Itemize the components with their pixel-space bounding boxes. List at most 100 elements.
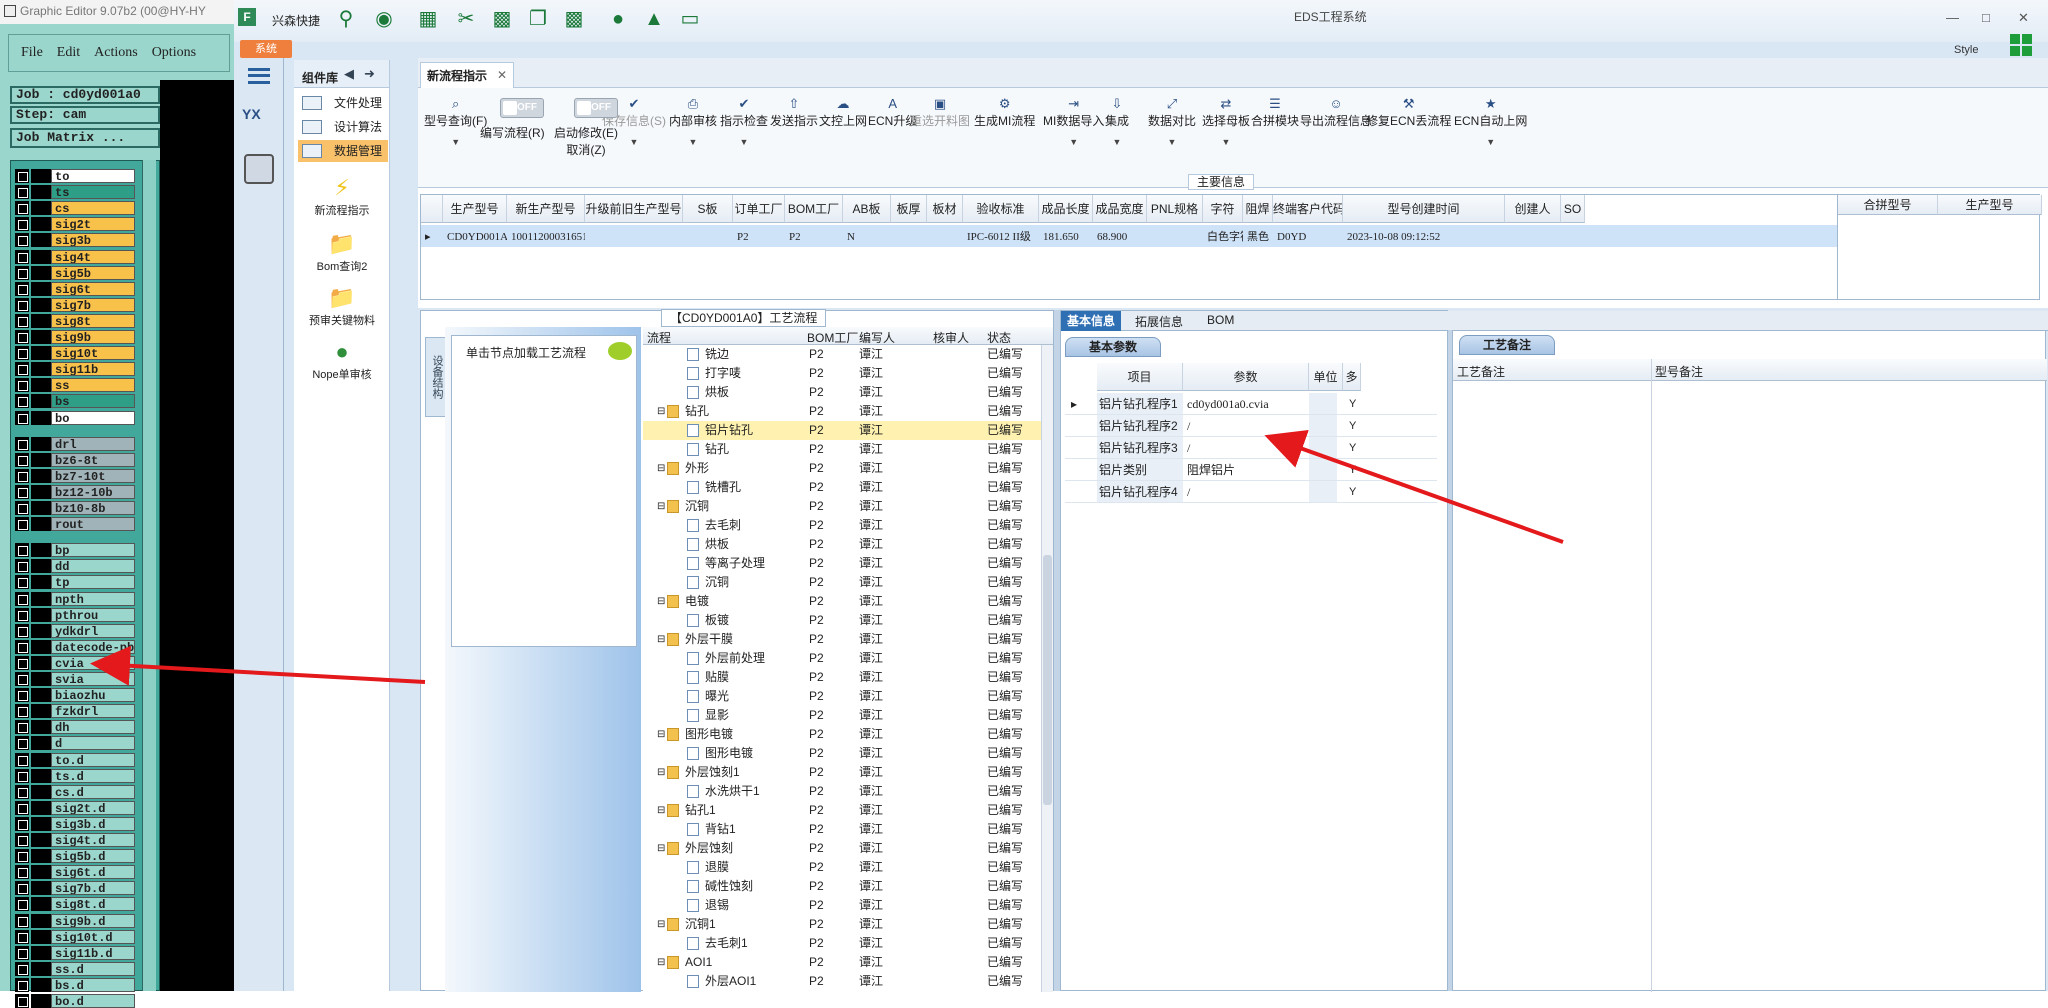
ribbon-cloud-upload-button[interactable]: ☁ 文控上网 [819, 96, 867, 129]
tree-node[interactable]: 水洗烘干1 P2 谭江 已编写 [643, 782, 1041, 801]
grid-col-header[interactable]: S板 [683, 195, 733, 223]
chevron-down-icon[interactable]: ▼ [1202, 137, 1250, 147]
grid-cell[interactable]: 2023-10-08 09:12:52 [1343, 227, 1505, 247]
layer-row[interactable]: bo [15, 410, 141, 425]
grid-cell[interactable] [891, 227, 927, 247]
layer-checkbox[interactable] [15, 468, 29, 483]
expand-toggle-icon[interactable]: ⊟ [657, 459, 665, 478]
toggle-switch[interactable]: OFF [574, 98, 618, 118]
layer-checkbox[interactable] [15, 378, 29, 393]
grid-cell[interactable]: 68.900 [1093, 227, 1147, 247]
basic-row[interactable]: 铝片类别 阻焊铝片 Y [1065, 459, 1437, 481]
layer-checkbox[interactable] [15, 816, 29, 831]
layer-row[interactable]: sig2t [15, 217, 141, 232]
layer-checkbox[interactable] [15, 977, 29, 992]
layer-row[interactable]: drl [15, 436, 141, 451]
layer-checkbox[interactable] [15, 961, 29, 976]
layer-row[interactable]: sig10t [15, 346, 141, 361]
layer-row[interactable]: sig9b.d [15, 913, 141, 928]
grid-col-header[interactable]: 型号创建时间 [1343, 195, 1505, 223]
layer-row[interactable]: sig4t [15, 249, 141, 264]
tree-node[interactable]: 铝片钻孔 P2 谭江 已编写 [643, 421, 1041, 440]
param-unit[interactable] [1309, 415, 1337, 436]
grid-icon[interactable]: ▩ [562, 8, 586, 30]
layer-row[interactable]: datecode-pbc [15, 639, 141, 654]
layer-checkbox[interactable] [15, 607, 29, 622]
tab-new-flow[interactable]: 新流程指示 ✕ [420, 62, 515, 88]
layer-row[interactable]: sig5b.d [15, 849, 141, 864]
layer-checkbox[interactable] [15, 265, 29, 280]
grid-col-header[interactable]: 成品长度 [1039, 195, 1093, 223]
tree-node[interactable]: 烘板 P2 谭江 已编写 [643, 383, 1041, 402]
grid-col-header[interactable]: 阻焊 [1243, 195, 1273, 223]
param-value[interactable]: 阻焊铝片 [1187, 459, 1235, 481]
layer-checkbox[interactable] [15, 800, 29, 815]
tree-node[interactable]: 钻孔 P2 谭江 已编写 [643, 440, 1041, 459]
grid-col-header[interactable]: 生产型号 [443, 195, 507, 223]
layer-checkbox[interactable] [15, 591, 29, 606]
layer-row[interactable]: cs [15, 201, 141, 216]
grid-col-header[interactable]: 创建人 [1505, 195, 1561, 223]
layer-checkbox[interactable] [15, 752, 29, 767]
layer-row[interactable]: dh [15, 720, 141, 735]
component-algo[interactable]: 设计算法 [298, 116, 388, 138]
tree-node[interactable]: 烘板 P2 谭江 已编写 [643, 535, 1041, 554]
tree-node[interactable]: 图形电镀 P2 谭江 已编写 [643, 744, 1041, 763]
layer-checkbox[interactable] [15, 169, 29, 183]
layer-row[interactable]: tp [15, 575, 141, 590]
scissors-icon[interactable]: ✂ [454, 8, 478, 30]
grid-cell[interactable] [683, 227, 733, 247]
component-file[interactable]: 文件处理 [298, 92, 388, 114]
menu-options[interactable]: Options [152, 45, 196, 61]
grid-col-header[interactable]: 验收标准 [963, 195, 1039, 223]
layer-checkbox[interactable] [15, 233, 29, 248]
layer-checkbox[interactable] [15, 452, 29, 467]
layer-row[interactable]: ss [15, 378, 141, 393]
layer-checkbox[interactable] [15, 672, 29, 686]
job-matrix-button[interactable]: Job Matrix ... [10, 128, 160, 148]
chevron-down-icon[interactable]: ▼ [1043, 137, 1104, 147]
expand-toggle-icon[interactable]: ⊟ [657, 915, 665, 934]
param-unit[interactable] [1309, 437, 1337, 458]
ribbon-check-button[interactable]: ✔ 指示检查 ▼ [720, 96, 768, 147]
layer-row[interactable]: sig3b [15, 233, 141, 248]
material-review-item[interactable]: 📁 预审关键物料 [294, 286, 390, 328]
basic-row[interactable]: 铝片钻孔程序2/ Y [1065, 415, 1437, 437]
layer-row[interactable]: ts.d [15, 768, 141, 783]
layer-row[interactable]: bz6-8t [15, 452, 141, 467]
ribbon-compress-button[interactable]: ⤢ 数据对比 ▼ [1148, 96, 1196, 147]
basic-params-tab[interactable]: 基本参数 [1065, 337, 1161, 357]
grid-cell[interactable]: IPC-6012 II级 [963, 227, 1039, 247]
layer-checkbox[interactable] [15, 543, 29, 558]
layer-row[interactable]: d [15, 736, 141, 751]
layer-row[interactable]: sig4t.d [15, 833, 141, 847]
style-menu[interactable]: Style [1954, 44, 1978, 56]
layer-checkbox[interactable] [15, 784, 29, 799]
table-icon[interactable]: ▦ [416, 8, 440, 30]
layer-checkbox[interactable] [15, 297, 29, 312]
tree-node[interactable]: 去毛刺1 P2 谭江 已编写 [643, 934, 1041, 953]
layer-list-scrollbar[interactable] [142, 160, 156, 991]
basic-row[interactable]: 铝片钻孔程序4/ Y [1065, 481, 1437, 503]
tree-node[interactable]: ⊟ 外形 P2 谭江 已编写 [643, 459, 1041, 478]
layer-checkbox[interactable] [15, 623, 29, 638]
grid-cell[interactable] [585, 227, 683, 247]
param-unit[interactable] [1309, 459, 1337, 480]
layer-row[interactable]: ts [15, 185, 141, 200]
tree-node[interactable]: 板镀 P2 谭江 已编写 [643, 611, 1041, 630]
ge-graphics-canvas[interactable] [160, 80, 234, 991]
layer-row[interactable]: sig10t.d [15, 929, 141, 944]
layer-checkbox[interactable] [15, 436, 29, 451]
layer-row[interactable]: pthrou [15, 607, 141, 622]
layer-checkbox[interactable] [15, 913, 29, 928]
tree-node[interactable]: 等离子处理 P2 谭江 已编写 [643, 554, 1041, 573]
layer-checkbox[interactable] [15, 929, 29, 944]
layer-row[interactable]: sig3b.d [15, 816, 141, 831]
layer-row[interactable]: bp [15, 543, 141, 558]
tree-node[interactable]: 退锡 P2 谭江 已编写 [643, 896, 1041, 915]
merge-col-header[interactable]: 合拼型号 [1838, 195, 1938, 215]
chevron-down-icon[interactable]: ▼ [1105, 137, 1129, 147]
tree-scrollbar[interactable] [1041, 345, 1053, 992]
ribbon-wrench-button[interactable]: ⚒ 修复ECN丢流程 [1366, 96, 1451, 129]
layer-row[interactable]: bs [15, 394, 141, 409]
